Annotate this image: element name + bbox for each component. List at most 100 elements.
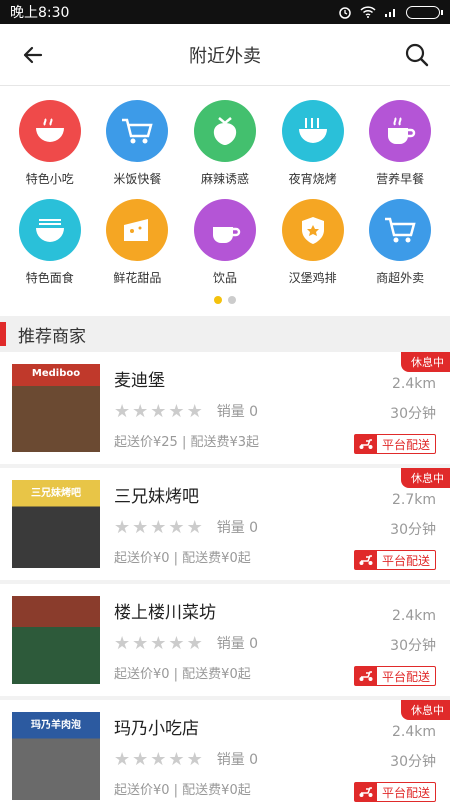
platform-delivery-label: 平台配送	[381, 437, 430, 452]
bowl-icon	[18, 100, 81, 162]
star-icon: ★	[186, 748, 203, 770]
wifi-icon	[360, 6, 376, 18]
scooter-icon	[354, 783, 377, 801]
arrow-left-icon	[23, 46, 43, 63]
category-item[interactable]: 汉堡鸡排	[269, 199, 357, 286]
category-label: 鲜花甜品	[113, 271, 162, 285]
coffee-cup-icon	[193, 199, 256, 261]
cart-icon	[106, 100, 169, 162]
delivery-time: 30分钟	[390, 754, 436, 770]
star-rating: ★ ★ ★ ★ ★	[114, 517, 203, 538]
star-icon: ★	[114, 748, 131, 770]
closed-badge: 休息中	[401, 700, 450, 720]
noodle-bowl-icon	[18, 199, 81, 261]
delivery-time: 30分钟	[390, 406, 436, 422]
cart-icon	[369, 199, 432, 261]
category-item[interactable]: 鲜花甜品	[94, 199, 182, 286]
category-label: 商超外卖	[376, 271, 425, 285]
page-title: 附近外卖	[189, 45, 261, 67]
scooter-icon	[354, 667, 377, 685]
category-item[interactable]: 营养早餐	[356, 100, 444, 187]
star-icon: ★	[132, 748, 149, 770]
shop-sales: 销量 0	[216, 520, 259, 536]
category-item[interactable]: 夜宵烧烤	[269, 100, 357, 187]
coffee-cup-icon	[369, 100, 432, 162]
signal-icon	[385, 9, 395, 17]
cheese-icon	[106, 199, 169, 261]
shop-card[interactable]: 楼上楼川菜坊 ★ ★ ★ ★ ★ 销量 0 起送价¥0 | 配送费¥0起 2.4km 30分钟 平台…	[0, 584, 450, 696]
star-icon: ★	[114, 632, 131, 654]
category-item[interactable]: 米饭快餐	[94, 100, 182, 187]
alarm-icon	[339, 7, 351, 19]
status-bar: 晚上8:30	[0, 0, 450, 24]
shop-sales: 销量 0	[216, 636, 259, 652]
star-rating: ★ ★ ★ ★ ★	[114, 633, 203, 654]
shop-list: Mediboo 麦迪堡 ★ ★ ★ ★ ★ 销量 0 起送价¥25 | 配送费¥3起 2.4km 3…	[0, 352, 450, 812]
search-button[interactable]	[400, 38, 434, 72]
shop-card[interactable]: Mediboo 麦迪堡 ★ ★ ★ ★ ★ 销量 0 起送价¥25 | 配送费¥3起 2.4km 3…	[0, 352, 450, 464]
platform-delivery-badge: 平台配送	[353, 782, 436, 802]
closed-badge: 休息中	[401, 352, 450, 372]
star-icon: ★	[150, 632, 167, 654]
battery-icon	[406, 5, 443, 19]
shop-card[interactable]: 三兄妹烤吧 三兄妹烤吧 ★ ★ ★ ★ ★ 销量 0 起送价¥0 | 配送费¥0起 2.7km 30…	[0, 468, 450, 580]
category-grid: 特色小吃 米饭快餐 麻辣诱惑 夜宵烧烤 营养早餐特色面食 鲜花甜品 饮品 汉堡鸡排 商超外卖	[0, 86, 450, 316]
category-label: 夜宵烧烤	[288, 172, 337, 186]
star-icon: ★	[186, 632, 203, 654]
star-icon: ★	[150, 748, 167, 770]
category-item[interactable]: 特色小吃	[6, 100, 94, 187]
delivery-time: 30分钟	[390, 522, 436, 538]
star-icon: ★	[168, 632, 185, 654]
shop-distance: 2.4km	[391, 376, 436, 392]
shop-distance: 2.4km	[391, 608, 436, 624]
shop-meta: 2.4km 30分钟平台配送	[353, 584, 436, 696]
star-icon: ★	[132, 400, 149, 422]
page-dot-active[interactable]	[214, 296, 222, 304]
delivery-time: 30分钟	[390, 638, 436, 654]
star-rating: ★ ★ ★ ★ ★	[114, 401, 203, 422]
shop-distance: 2.7km	[391, 492, 436, 508]
category-item[interactable]: 麻辣诱惑	[181, 100, 269, 187]
status-icons	[338, 5, 443, 19]
page-indicator	[6, 286, 444, 310]
category-label: 营养早餐	[376, 172, 425, 186]
scooter-icon	[354, 435, 377, 453]
category-item[interactable]: 特色面食	[6, 199, 94, 286]
shop-card[interactable]: 玛乃羊肉泡 玛乃小吃店 ★ ★ ★ ★ ★ 销量 0 起送价¥0 | 配送费¥0起 2.4km 30…	[0, 700, 450, 812]
star-icon: ★	[168, 400, 185, 422]
shop-distance: 2.4km	[391, 724, 436, 740]
shop-photo: 三兄妹烤吧	[12, 480, 100, 568]
category-label: 特色小吃	[25, 172, 74, 186]
page-dot[interactable]	[228, 296, 236, 304]
shop-sign-text: 三兄妹烤吧	[31, 488, 81, 499]
category-label: 米饭快餐	[113, 172, 162, 186]
star-rating: ★ ★ ★ ★ ★	[114, 749, 203, 770]
platform-delivery-label: 平台配送	[381, 785, 430, 800]
strawberry-icon	[193, 100, 256, 162]
header: 附近外卖	[0, 24, 450, 86]
shop-sales: 销量 0	[216, 404, 259, 420]
shield-star-icon	[281, 199, 344, 261]
category-label: 汉堡鸡排	[288, 271, 337, 285]
category-label: 饮品	[212, 271, 237, 285]
category-item[interactable]: 商超外卖	[356, 199, 444, 286]
shop-sign-text: 玛乃羊肉泡	[31, 720, 81, 731]
platform-delivery-badge: 平台配送	[353, 666, 436, 686]
star-icon: ★	[132, 632, 149, 654]
star-icon: ★	[186, 516, 203, 538]
star-icon: ★	[168, 516, 185, 538]
section-title: 推荐商家	[0, 316, 450, 352]
category-item[interactable]: 饮品	[181, 199, 269, 286]
shop-photo: 玛乃羊肉泡	[12, 712, 100, 800]
platform-delivery-label: 平台配送	[381, 669, 430, 684]
star-icon: ★	[114, 400, 131, 422]
star-icon: ★	[168, 748, 185, 770]
shop-sales: 销量 0	[216, 752, 259, 768]
shop-photo	[12, 596, 100, 684]
category-label: 麻辣诱惑	[200, 172, 249, 186]
back-button[interactable]	[16, 38, 50, 72]
category-label: 特色面食	[25, 271, 74, 285]
shop-photo: Mediboo	[12, 364, 100, 452]
star-icon: ★	[150, 400, 167, 422]
star-icon: ★	[186, 400, 203, 422]
